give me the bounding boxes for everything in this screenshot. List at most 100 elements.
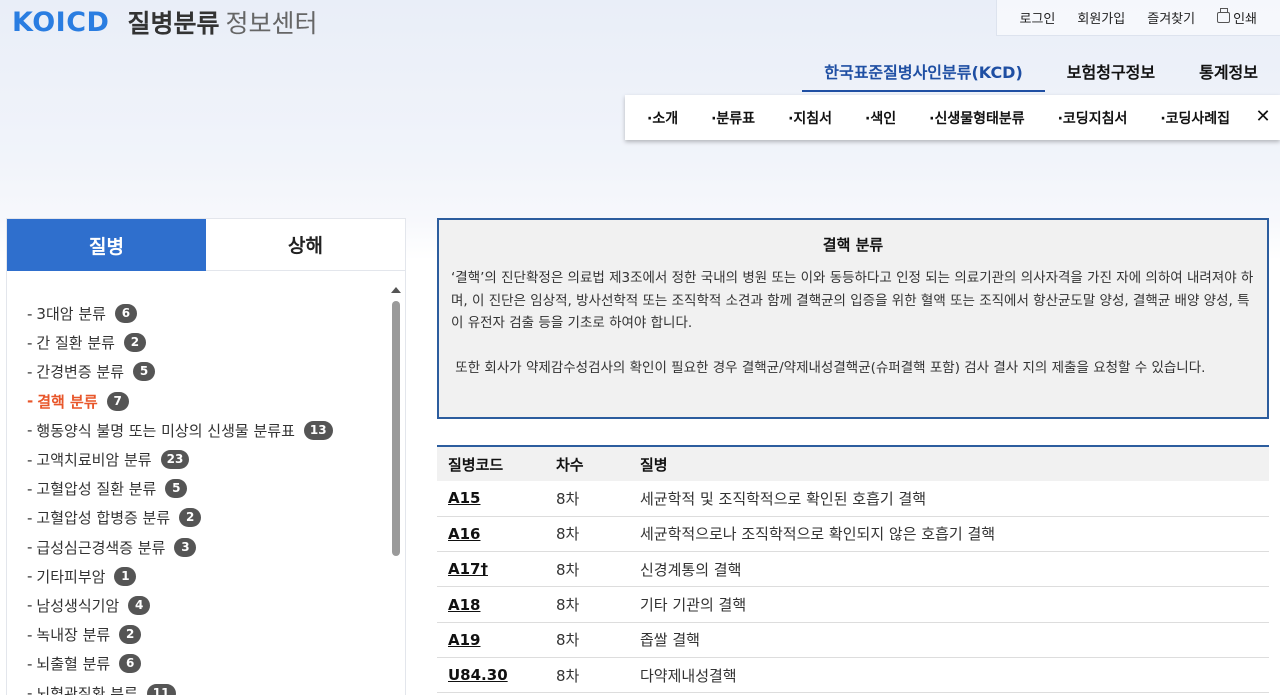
scrollbar[interactable] — [391, 287, 401, 695]
login-link[interactable]: 로그인 — [1009, 8, 1067, 27]
table-row: A17†8차신경계통의 결핵 — [437, 552, 1269, 587]
count-badge: 2 — [179, 508, 201, 527]
table-header-row: 질병코드 차수 질병 — [437, 446, 1269, 481]
category-item[interactable]: -행동양식 불명 또는 미상의 신생물 분류표13 — [27, 416, 387, 445]
tab-disease[interactable]: 질병 — [7, 219, 206, 271]
disease-code-link[interactable]: A18 — [437, 587, 545, 622]
degree-cell: 8차 — [545, 657, 629, 692]
nav-insurance[interactable]: 보험청구정보 — [1045, 56, 1177, 92]
subnav-coding-guide[interactable]: ·코딩지침서 — [1058, 108, 1128, 128]
disease-name-cell: 신경계통의 결핵 — [629, 552, 1269, 587]
category-panel: 질병 상해 -3대암 분류6-간 질환 분류2-간경변증 분류5-결핵 분류7-… — [6, 218, 406, 695]
category-item[interactable]: -뇌출혈 분류6 — [27, 649, 387, 678]
header-code: 질병코드 — [437, 446, 545, 481]
subnav-neoplasm-morphology[interactable]: ·신생물형태분류 — [929, 108, 1024, 128]
category-item[interactable]: -기타피부암1 — [27, 562, 387, 591]
category-item[interactable]: -결핵 분류 7 — [27, 387, 387, 416]
list-dash: - — [27, 363, 32, 381]
scroll-thumb[interactable] — [392, 301, 400, 556]
close-icon[interactable]: ✕ — [1254, 107, 1272, 127]
favorites-link[interactable]: 즐겨찾기 — [1136, 8, 1206, 27]
category-item[interactable]: -뇌혈관질환 분류 11 — [27, 678, 387, 695]
category-label: 고혈압성 합병증 분류 — [36, 507, 170, 528]
category-item[interactable]: -3대암 분류 6 — [27, 299, 387, 328]
disease-name-cell: 세균학적 및 조직학적으로 확인된 호흡기 결핵 — [629, 481, 1269, 516]
signup-link[interactable]: 회원가입 — [1066, 8, 1136, 27]
degree-cell: 8차 — [545, 516, 629, 551]
subnav-classification-table[interactable]: ·분류표 — [711, 108, 755, 128]
table-row: A188차기타 기관의 결핵 — [437, 587, 1269, 622]
disease-name-cell: 다약제내성결핵 — [629, 657, 1269, 692]
category-label: 녹내장 분류 — [36, 624, 110, 645]
count-badge: 5 — [165, 479, 187, 498]
nav-statistics[interactable]: 통계정보 — [1177, 56, 1280, 92]
degree-cell: 8차 — [545, 622, 629, 657]
disease-name-cell: 세균학적으로나 조직학적으로 확인되지 않은 호흡기 결핵 — [629, 516, 1269, 551]
category-label: 급성심근경색증 분류 — [36, 537, 165, 558]
count-badge: 3 — [174, 538, 196, 557]
category-label: 뇌출혈 분류 — [36, 653, 110, 674]
category-tabs: 질병 상해 — [7, 219, 405, 271]
scroll-up-arrow-icon[interactable] — [391, 287, 401, 293]
table-row: A158차세균학적 및 조직학적으로 확인된 호흡기 결핵 — [437, 481, 1269, 516]
count-badge: 23 — [161, 450, 190, 469]
subnav-coding-cases[interactable]: ·코딩사례집 — [1160, 108, 1230, 128]
category-label: 결핵 분류 — [37, 391, 97, 412]
site-logo[interactable]: KOICD 질병분류 정보센터 — [12, 4, 317, 40]
list-dash: - — [27, 655, 32, 673]
info-paragraph: ‘결핵’의 진단확정은 의료법 제3조에서 정한 국내의 병원 또는 이와 동등… — [451, 267, 1255, 335]
category-item[interactable]: -고혈압성 합병증 분류 2 — [27, 503, 387, 532]
category-item[interactable]: -고액치료비암 분류23 — [27, 445, 387, 474]
tab-injury[interactable]: 상해 — [206, 219, 405, 271]
list-dash: - — [27, 684, 32, 695]
disease-code-link[interactable]: A15 — [437, 481, 545, 516]
list-dash: - — [27, 451, 32, 469]
header-disease: 질병 — [629, 446, 1269, 481]
list-dash: - — [27, 392, 33, 410]
subnav-intro[interactable]: ·소개 — [647, 108, 678, 128]
table-row: A168차세균학적으로나 조직학적으로 확인되지 않은 호흡기 결핵 — [437, 516, 1269, 551]
degree-cell: 8차 — [545, 481, 629, 516]
disease-code-link[interactable]: A17† — [437, 552, 545, 587]
info-title: 결핵 분류 — [451, 234, 1255, 255]
logo-title: 질병분류 — [127, 4, 219, 40]
category-item[interactable]: -급성심근경색증 분류3 — [27, 533, 387, 562]
table-row: A198차좁쌀 결핵 — [437, 622, 1269, 657]
category-label: 고혈압성 질환 분류 — [36, 478, 156, 499]
info-paragraph: 또한 회사가 약제감수성검사의 확인이 필요한 경우 결핵균/약제내성결핵균(슈… — [451, 357, 1255, 380]
nav-kcd[interactable]: 한국표준질병사인분류(KCD) — [802, 56, 1045, 92]
logo-mark: KOICD — [12, 7, 109, 38]
subnav-index[interactable]: ·색인 — [865, 108, 896, 128]
category-label: 간 질환 분류 — [36, 332, 115, 353]
category-item[interactable]: -남성생식기암 4 — [27, 591, 387, 620]
category-label: 간경변증 분류 — [36, 361, 124, 382]
count-badge: 11 — [147, 684, 176, 695]
category-item[interactable]: -간 질환 분류2 — [27, 328, 387, 357]
category-item[interactable]: -녹내장 분류2 — [27, 620, 387, 649]
category-item[interactable]: -간경변증 분류5 — [27, 357, 387, 386]
count-badge: 2 — [124, 333, 146, 352]
subnav-guidelines[interactable]: ·지침서 — [788, 108, 832, 128]
logo-subtitle: 정보센터 — [225, 4, 317, 40]
category-item[interactable]: -고혈압성 질환 분류 5 — [27, 474, 387, 503]
list-dash: - — [27, 509, 32, 527]
list-dash: - — [27, 305, 32, 323]
count-badge: 13 — [304, 421, 333, 440]
count-badge: 6 — [115, 304, 137, 323]
disease-name-cell: 기타 기관의 결핵 — [629, 587, 1269, 622]
list-dash: - — [27, 596, 32, 614]
list-dash: - — [27, 480, 32, 498]
list-dash: - — [27, 421, 32, 439]
disease-code-link[interactable]: A19 — [437, 622, 545, 657]
disease-code-link[interactable]: U84.30 — [437, 657, 545, 692]
category-label: 3대암 분류 — [36, 303, 106, 324]
category-label: 남성생식기암 — [36, 595, 119, 616]
count-badge: 4 — [128, 596, 150, 615]
printer-icon — [1217, 12, 1230, 23]
category-list: -3대암 분류6-간 질환 분류2-간경변증 분류5-결핵 분류7-행동양식 불… — [27, 299, 387, 695]
category-label: 뇌혈관질환 분류 — [36, 683, 137, 695]
count-badge: 7 — [107, 392, 129, 411]
disease-code-link[interactable]: A16 — [437, 516, 545, 551]
count-badge: 1 — [114, 567, 136, 586]
print-button[interactable]: 인쇄 — [1206, 8, 1268, 27]
